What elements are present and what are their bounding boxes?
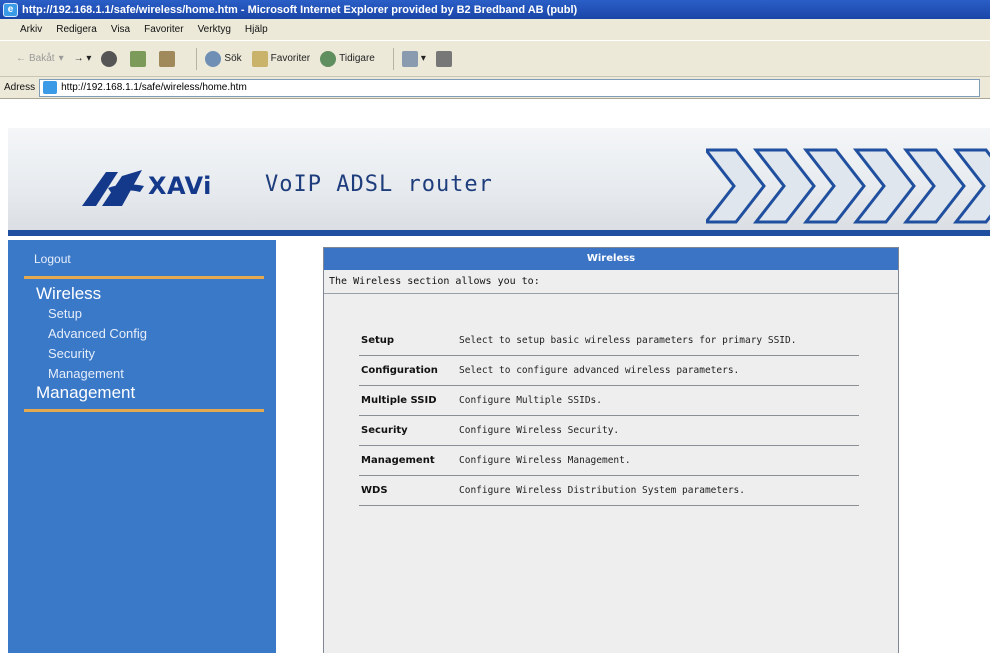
menu-file[interactable]: Arkiv bbox=[20, 24, 42, 35]
sidebar-item-management[interactable]: Management bbox=[48, 366, 124, 381]
internet-explorer-icon: e bbox=[3, 2, 18, 17]
dropdown-arrow-icon: ▾ bbox=[420, 53, 426, 64]
history-icon bbox=[320, 50, 337, 67]
option-row-wds: WDS Configure Wireless Distribution Syst… bbox=[359, 476, 859, 506]
sidebar-divider bbox=[24, 409, 264, 412]
panel-intro: The Wireless section allows you to: bbox=[324, 270, 898, 294]
dropdown-arrow-icon: ▾ bbox=[58, 53, 64, 64]
print-button[interactable] bbox=[435, 50, 455, 67]
option-description: Configure Wireless Distribution System p… bbox=[459, 485, 745, 496]
menu-view[interactable]: Visa bbox=[111, 24, 130, 35]
xavi-logo-text: XAVi bbox=[148, 172, 212, 200]
logout-link[interactable]: Logout bbox=[34, 252, 71, 266]
option-name[interactable]: Security bbox=[359, 425, 459, 436]
toolbar-separator bbox=[196, 47, 198, 70]
history-button[interactable]: Tidigare bbox=[320, 50, 375, 67]
history-label: Tidigare bbox=[339, 53, 375, 64]
option-name[interactable]: Management bbox=[359, 455, 459, 466]
stop-icon bbox=[101, 50, 118, 67]
forward-button[interactable]: → ▾ bbox=[74, 53, 92, 64]
option-description: Select to configure advanced wireless pa… bbox=[459, 365, 740, 376]
print-icon bbox=[435, 50, 452, 67]
home-icon bbox=[159, 50, 176, 67]
search-button[interactable]: Sök bbox=[205, 50, 242, 67]
address-input[interactable]: http://192.168.1.1/safe/wireless/home.ht… bbox=[39, 78, 980, 97]
mail-button[interactable]: ▾ bbox=[401, 50, 426, 67]
back-button[interactable]: ← Bakåt ▾ bbox=[16, 53, 64, 64]
sidebar: Logout Wireless Setup Advanced Config Se… bbox=[8, 240, 276, 653]
option-row-management: Management Configure Wireless Management… bbox=[359, 446, 859, 476]
toolbar-separator bbox=[392, 47, 394, 70]
sidebar-section-wireless[interactable]: Wireless bbox=[36, 284, 101, 304]
option-description: Configure Wireless Management. bbox=[459, 455, 631, 466]
option-description: Configure Multiple SSIDs. bbox=[459, 395, 602, 406]
address-bar: Adress http://192.168.1.1/safe/wireless/… bbox=[0, 77, 990, 99]
refresh-icon bbox=[130, 50, 147, 67]
option-name[interactable]: Setup bbox=[359, 335, 459, 346]
menu-bar: Arkiv Redigera Visa Favoriter Verktyg Hj… bbox=[0, 19, 990, 41]
page-icon bbox=[43, 81, 58, 94]
router-banner: XAVi VoIP ADSL router bbox=[8, 128, 990, 236]
mail-icon bbox=[401, 50, 418, 67]
option-name[interactable]: Configuration bbox=[359, 365, 459, 376]
chevron-decoration bbox=[706, 148, 990, 224]
back-arrow-icon: ← bbox=[16, 53, 26, 64]
search-label: Sök bbox=[224, 53, 242, 64]
window-titlebar: e http://192.168.1.1/safe/wireless/home.… bbox=[0, 0, 990, 19]
refresh-button[interactable] bbox=[130, 50, 149, 67]
option-name[interactable]: Multiple SSID bbox=[359, 395, 459, 406]
address-label: Adress bbox=[4, 82, 36, 93]
option-name[interactable]: WDS bbox=[359, 485, 459, 496]
banner-title: VoIP ADSL router bbox=[265, 172, 493, 197]
favorites-icon bbox=[251, 50, 268, 67]
option-row-multiple-ssid: Multiple SSID Configure Multiple SSIDs. bbox=[359, 386, 859, 416]
menu-tools[interactable]: Verktyg bbox=[198, 24, 231, 35]
search-icon bbox=[205, 50, 222, 67]
sidebar-item-advanced-config[interactable]: Advanced Config bbox=[48, 326, 147, 341]
sidebar-divider bbox=[24, 276, 264, 279]
wireless-panel: Wireless The Wireless section allows you… bbox=[323, 247, 899, 653]
sidebar-item-security[interactable]: Security bbox=[48, 346, 95, 361]
back-label: Bakåt bbox=[29, 53, 55, 64]
window-title: http://192.168.1.1/safe/wireless/home.ht… bbox=[22, 3, 578, 16]
banner-stripe bbox=[8, 230, 990, 236]
sidebar-item-setup[interactable]: Setup bbox=[48, 306, 82, 321]
option-row-configuration: Configuration Select to configure advanc… bbox=[359, 356, 859, 386]
panel-title: Wireless bbox=[324, 248, 898, 270]
option-description: Select to setup basic wireless parameter… bbox=[459, 335, 797, 346]
menu-favorites[interactable]: Favoriter bbox=[144, 24, 183, 35]
address-url: http://192.168.1.1/safe/wireless/home.ht… bbox=[61, 82, 247, 93]
menu-edit[interactable]: Redigera bbox=[56, 24, 97, 35]
option-description: Configure Wireless Security. bbox=[459, 425, 620, 436]
option-row-security: Security Configure Wireless Security. bbox=[359, 416, 859, 446]
favorites-button[interactable]: Favoriter bbox=[251, 50, 311, 67]
home-button[interactable] bbox=[159, 50, 178, 67]
menu-help[interactable]: Hjälp bbox=[245, 24, 268, 35]
xavi-logo-mark bbox=[82, 170, 144, 206]
option-row-setup: Setup Select to setup basic wireless par… bbox=[359, 326, 859, 356]
forward-arrow-icon: → ▾ bbox=[73, 53, 92, 64]
options-table: Setup Select to setup basic wireless par… bbox=[359, 326, 859, 506]
sidebar-section-management[interactable]: Management bbox=[36, 383, 135, 403]
browser-toolbar: ← Bakåt ▾ → ▾ Sök Favoriter Tidigare ▾ bbox=[0, 41, 990, 77]
stop-button[interactable] bbox=[101, 50, 120, 67]
favorites-label: Favoriter bbox=[270, 53, 311, 64]
